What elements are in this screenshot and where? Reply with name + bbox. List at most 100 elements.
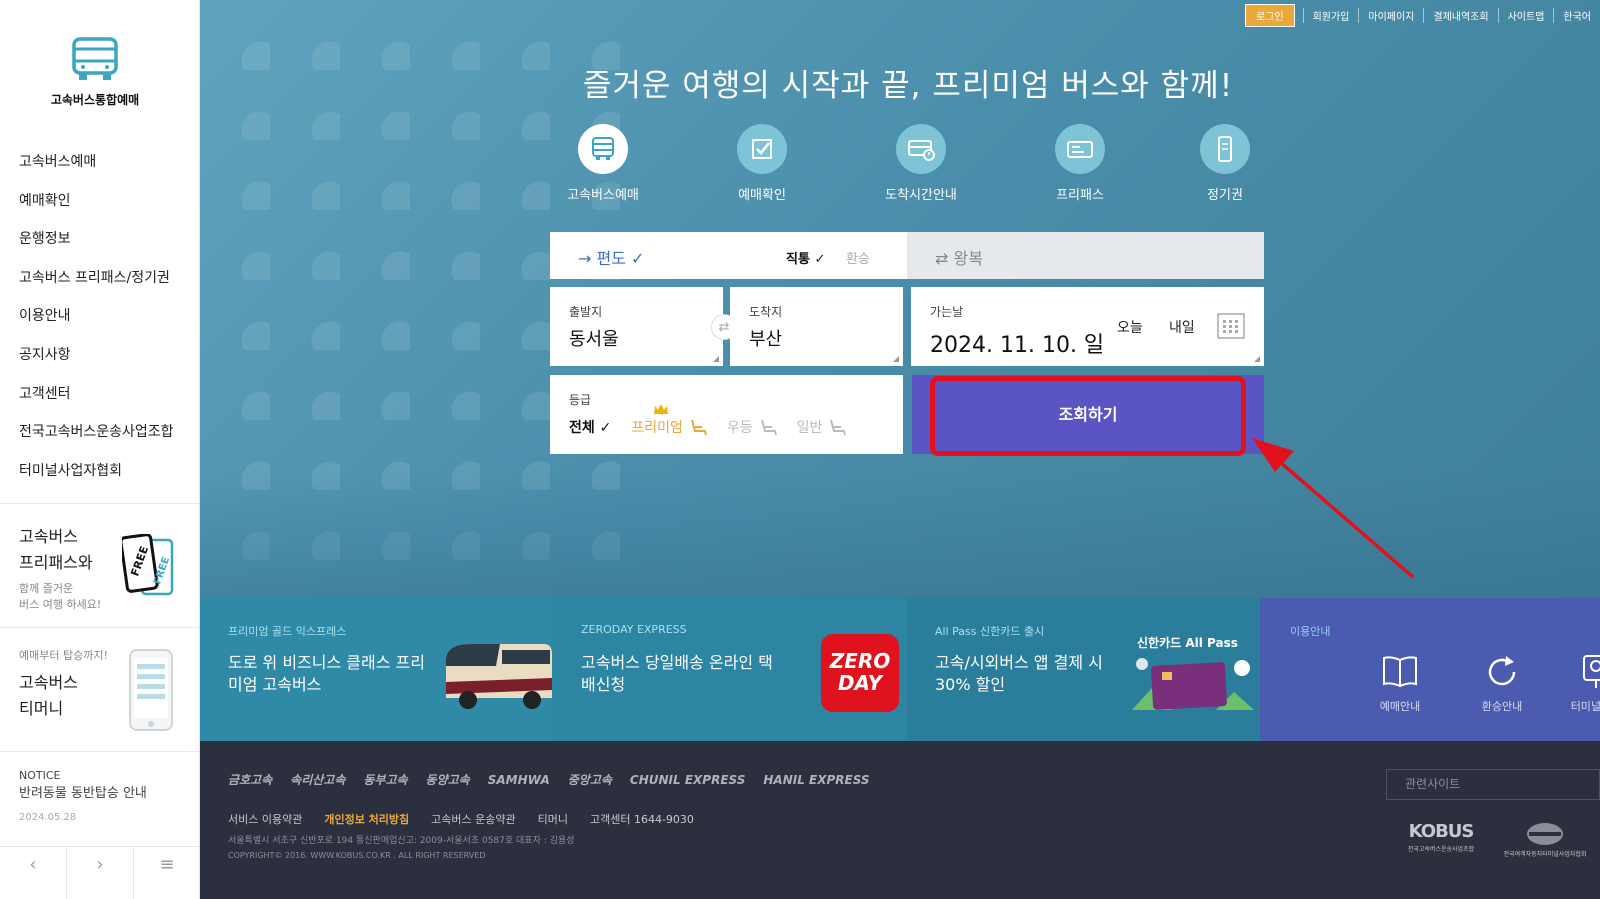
brand-hanil[interactable]: HANIL EXPRESS: [763, 773, 869, 787]
tab-roundtrip[interactable]: ⇄ 왕복: [907, 232, 1264, 279]
promo-text: 고속/시외버스 앱 결제 시 30% 할인: [935, 653, 1103, 694]
credit-card-icon: [1132, 658, 1254, 710]
promo-allpass[interactable]: All Pass 신한카드 출시 고속/시외버스 앱 결제 시 30% 할인 신…: [907, 598, 1260, 741]
notice-label: NOTICE: [19, 769, 61, 782]
guide-terminal[interactable]: 터미널안내: [1566, 654, 1600, 714]
bus-logo-icon: [72, 37, 118, 80]
notice-title[interactable]: 반려동물 동반탑승 안내: [19, 786, 147, 802]
dropdown-corner-icon: [1254, 356, 1260, 362]
sidebar-item-confirm[interactable]: 예매확인: [19, 191, 174, 230]
brand-dongbu[interactable]: 동부고속: [363, 771, 407, 788]
service-label: 고속버스예매: [567, 188, 639, 203]
payment-history-link[interactable]: 결제내역조회: [1423, 8, 1497, 23]
guide-transfer[interactable]: 환승안내: [1472, 654, 1532, 714]
hero-headline: 즐거운 여행의 시작과 끝, 프리미엄 버스와 함께!: [582, 68, 1234, 104]
brand-jungang[interactable]: 중앙고속: [568, 771, 612, 788]
service-freepass[interactable]: 프리패스: [1030, 124, 1130, 203]
roundtrip-label: ⇄ 왕복: [935, 249, 983, 268]
book-icon: [1383, 656, 1417, 688]
sidebar-item-freepass[interactable]: 고속버스 프리패스/정기권: [19, 268, 174, 307]
related-sites-label: 관련사이트: [1405, 777, 1461, 791]
service-label: 정기권: [1207, 188, 1243, 203]
service-arrival-time[interactable]: 도착시간안내: [871, 124, 971, 203]
tmoney-link[interactable]: 티머니: [538, 811, 568, 827]
signup-link[interactable]: 회원가입: [1302, 8, 1359, 23]
mypage-link[interactable]: 마이페이지: [1358, 8, 1423, 23]
assoc-emblem-icon: [1527, 823, 1563, 845]
sidebar-item-notice[interactable]: 공지사항: [19, 345, 174, 384]
terms-link[interactable]: 서비스 이용약관: [228, 811, 302, 827]
sitemap-link[interactable]: 사이트맵: [1497, 8, 1554, 23]
bus-icon: [592, 137, 614, 160]
kobus-logo-sub: 전국고속버스운송사업조합: [1407, 846, 1475, 853]
guide-label: 터미널안내: [1570, 700, 1600, 713]
grade-premium-option[interactable]: 프리미엄: [631, 417, 683, 437]
sidebar-item-customer-center[interactable]: 고객센터: [19, 384, 174, 423]
brand-kumho[interactable]: 금호고속: [228, 771, 272, 788]
excellent-seat-icon: [760, 419, 777, 436]
footer: 금호고속 속리산고속 동부고속 동양고속 SAMHWA 중앙고속 CHUNIL …: [200, 741, 1600, 899]
search-button-highlight: [930, 376, 1246, 456]
today-button[interactable]: 오늘: [1117, 317, 1143, 337]
card-title-line2: 프리패스와: [19, 553, 93, 572]
assoc-logo-sub: 전국여객자동차터미널사업자협회: [1503, 851, 1587, 858]
date-field[interactable]: 가는날 2024. 11. 10. 일 오늘 내일: [911, 287, 1264, 366]
prev-button[interactable]: ‹: [0, 847, 67, 899]
tmoney-promo-card[interactable]: 예매부터 탑승까지! 고속버스 티머니: [0, 627, 200, 751]
terminal-icon: [1583, 655, 1600, 688]
service-label: 프리패스: [1056, 188, 1104, 203]
free-ticket-icon: FREE FREE: [122, 534, 174, 596]
brand-dongyang[interactable]: 동양고속: [426, 771, 470, 788]
sidebar-item-union[interactable]: 전국고속버스운송사업조합: [19, 422, 174, 461]
bus-company-logos: 금호고속 속리산고속 동부고속 동양고속 SAMHWA 중앙고속 CHUNIL …: [228, 771, 888, 788]
grade-caption: 등급: [569, 393, 592, 407]
service-confirm[interactable]: 예매확인: [712, 124, 812, 203]
sidebar-item-operation-info[interactable]: 운행정보: [19, 229, 174, 268]
transport-terms-link[interactable]: 고속버스 운송약관: [431, 811, 515, 827]
next-button[interactable]: ›: [67, 847, 134, 899]
grade-normal-option[interactable]: 일반: [797, 417, 823, 437]
notice-card[interactable]: NOTICE 반려동물 동반탑승 안내 2024.05.28: [0, 751, 200, 846]
dropdown-corner-icon: [893, 356, 899, 362]
language-link[interactable]: 한국어: [1553, 8, 1600, 23]
departure-field[interactable]: 출발지 동서울: [550, 287, 723, 366]
guide-reservation[interactable]: 예매안내: [1370, 654, 1430, 714]
grade-all-option[interactable]: 전체 ✓: [569, 417, 611, 437]
terminal-assoc-logo[interactable]: 전국여객자동차터미널사업자협회: [1490, 821, 1600, 858]
kobus-logo-text: KOBUS: [1408, 821, 1475, 842]
calendar-icon[interactable]: [1217, 313, 1245, 339]
promo-text: 도로 위 비즈니스 클래스 프리미엄 고속버스: [228, 653, 425, 694]
zeroday-logo-line1: ZERO: [829, 649, 891, 673]
service-reservation[interactable]: 고속버스예매: [553, 124, 653, 203]
sidebar-item-reservation[interactable]: 고속버스예매: [19, 152, 174, 191]
arrival-field[interactable]: 도착지 부산: [730, 287, 903, 366]
site-logo[interactable]: 고속버스통합예매: [0, 35, 190, 108]
related-sites-select[interactable]: 관련사이트: [1386, 769, 1600, 800]
oneway-label: → 편도 ✓: [578, 249, 645, 268]
departure-caption: 출발지: [569, 305, 603, 319]
promo-premium-gold[interactable]: 프리미엄 골드 익스프레스 도로 위 비즈니스 클래스 프리미엄 고속버스: [200, 598, 553, 741]
grade-excellent-option[interactable]: 우등: [727, 417, 753, 437]
promo-zeroday[interactable]: ZERODAY EXPRESS 고속버스 당일배송 온라인 택배신청 ZERO …: [553, 598, 907, 741]
sidebar-item-usage-guide[interactable]: 이용안내: [19, 306, 174, 345]
privacy-link[interactable]: 개인정보 처리방침: [324, 811, 409, 827]
main-area: 로그인 회원가입 마이페이지 결제내역조회 사이트맵 한국어 즐거운 여행의 시…: [200, 0, 1600, 899]
arrival-value: 부산: [749, 329, 783, 350]
kobus-logo[interactable]: KOBUS 전국고속버스운송사업조합: [1386, 821, 1496, 853]
footer-links: 서비스 이용약관 개인정보 처리방침 고속버스 운송약관 티머니 고객센터 16…: [228, 811, 716, 827]
service-season-ticket[interactable]: 정기권: [1175, 124, 1275, 203]
tab-oneway[interactable]: → 편도 ✓ 직통 ✓ 환승: [550, 232, 907, 279]
brand-samhwa[interactable]: SAMHWA: [488, 773, 550, 787]
transfer-option[interactable]: 환승: [846, 248, 870, 267]
sidebar-item-terminal-assoc[interactable]: 터미널사업자협회: [19, 461, 174, 500]
menu-button[interactable]: ≡: [134, 847, 200, 899]
tomorrow-button[interactable]: 내일: [1169, 317, 1195, 337]
login-button[interactable]: 로그인: [1244, 4, 1295, 27]
arrival-caption: 도착지: [749, 305, 783, 319]
bus-time-icon: [908, 140, 935, 161]
brand-chunil[interactable]: CHUNIL EXPRESS: [630, 773, 745, 787]
zeroday-logo: ZERO DAY: [821, 634, 899, 712]
brand-songnisan[interactable]: 속리산고속: [290, 771, 345, 788]
freepass-promo-card[interactable]: 고속버스 프리패스와 함께 즐거운 버스 여행 하세요! FREE FREE: [0, 503, 200, 627]
direct-option[interactable]: 직통 ✓: [786, 248, 825, 267]
